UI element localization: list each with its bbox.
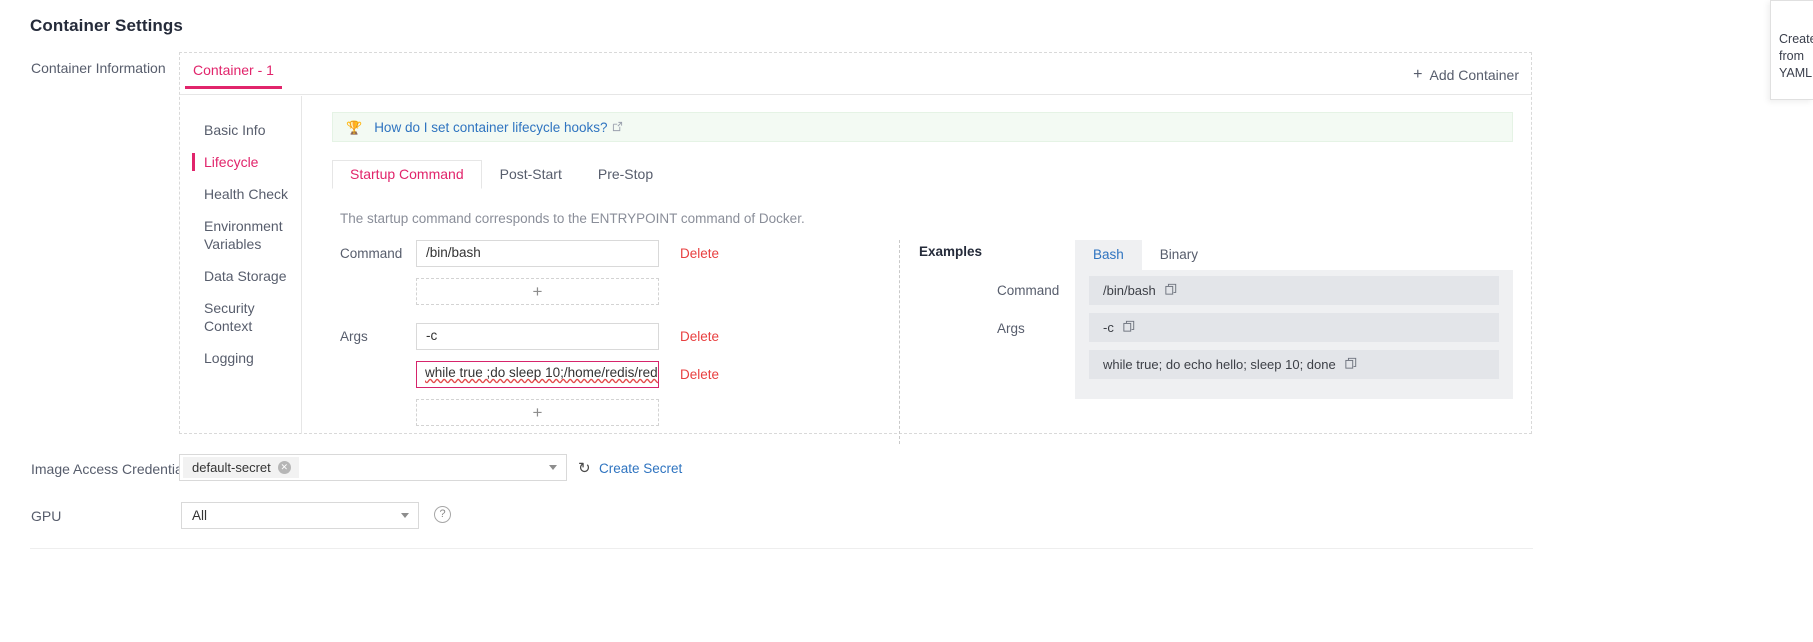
bottom-divider [30, 548, 1533, 549]
command-input[interactable]: /bin/bash [416, 240, 659, 267]
add-container-button[interactable]: + Add Container [1413, 67, 1519, 83]
credential-tag-label: default-secret [192, 460, 271, 475]
sidebar-item-basic-info[interactable]: Basic Info [180, 114, 301, 146]
example-code-command-text: /bin/bash [1103, 283, 1156, 298]
plus-icon: + [533, 283, 543, 300]
chevron-down-icon [401, 513, 409, 518]
close-icon[interactable]: ✕ [278, 461, 291, 474]
args-input-1[interactable]: -c [416, 323, 659, 350]
example-label-args: Args [997, 316, 1075, 354]
lifecycle-content: 🏆 How do I set container lifecycle hooks… [303, 96, 1531, 433]
example-code-loop-text: while true; do echo hello; sleep 10; don… [1103, 357, 1336, 372]
startup-command-body: Command /bin/bash Delete + Args -c Delet… [332, 240, 1513, 444]
command-row: Command /bin/bash Delete [332, 240, 897, 267]
examples-tabs: Bash Binary [1075, 240, 1513, 270]
examples-section: Examples Command Args Bash Binary [899, 240, 1513, 444]
page-title: Container Settings [30, 16, 183, 36]
create-secret-link[interactable]: Create Secret [599, 461, 682, 476]
hint-banner: 🏆 How do I set container lifecycle hooks… [332, 112, 1513, 142]
args-input-2-text: while true ;do sleep 10;/home/redis/redi… [425, 365, 659, 380]
examples-title: Examples [919, 240, 997, 399]
add-arg-button[interactable]: + [416, 399, 659, 426]
label-gpu: GPU [31, 508, 61, 524]
tab-container-1[interactable]: Container - 1 [185, 62, 282, 89]
example-label-command: Command [997, 278, 1075, 316]
sidebar-item-health-check[interactable]: Health Check [180, 178, 301, 210]
container-sidebar: Basic Info Lifecycle Health Check Enviro… [180, 96, 302, 434]
examples-row-labels: Command Args [997, 240, 1075, 399]
trophy-icon: 🏆 [346, 121, 362, 134]
delete-arg-2-button[interactable]: Delete [680, 367, 719, 382]
create-from-yaml-label: Create from YAML [1779, 32, 1813, 80]
example-code-args-text: -c [1103, 320, 1114, 335]
delete-command-button[interactable]: Delete [680, 246, 719, 261]
command-form: Command /bin/bash Delete + Args -c Delet… [332, 240, 897, 444]
question-mark-icon[interactable]: ? [434, 506, 451, 523]
container-tabs-row: Container - 1 + Add Container [180, 53, 1531, 95]
sidebar-item-security-context[interactable]: Security Context [180, 292, 301, 342]
command-label: Command [332, 246, 416, 261]
image-access-credential-select[interactable]: default-secret ✕ [179, 454, 567, 481]
example-code-args: -c [1089, 313, 1499, 342]
sidebar-item-logging[interactable]: Logging [180, 342, 301, 374]
args-row-2: while true ;do sleep 10;/home/redis/redi… [332, 361, 897, 388]
gpu-select[interactable]: All [181, 502, 419, 529]
add-container-label: Add Container [1429, 67, 1519, 83]
args-row-1: Args -c Delete [332, 323, 897, 350]
sidebar-item-data-storage[interactable]: Data Storage [180, 260, 301, 292]
copy-icon[interactable] [1345, 357, 1357, 372]
copy-icon[interactable] [1165, 283, 1177, 298]
container-panel: Container - 1 + Add Container Basic Info… [179, 52, 1532, 434]
sidebar-item-lifecycle[interactable]: Lifecycle [180, 146, 301, 178]
plus-icon: + [533, 404, 543, 421]
tab-binary[interactable]: Binary [1142, 240, 1216, 270]
add-command-button[interactable]: + [416, 278, 659, 305]
credential-tag: default-secret ✕ [183, 457, 299, 478]
startup-command-description: The startup command corresponds to the E… [340, 211, 1513, 226]
args-label: Args [332, 329, 416, 344]
examples-body: /bin/bash -c [1075, 270, 1513, 399]
examples-wrap: Examples Command Args Bash Binary [919, 240, 1513, 399]
example-code-loop: while true; do echo hello; sleep 10; don… [1089, 350, 1499, 379]
create-from-yaml-panel[interactable]: Create from YAML [1770, 0, 1813, 100]
lifecycle-hooks-help-link[interactable]: How do I set container lifecycle hooks? [374, 120, 622, 135]
example-code-command: /bin/bash [1089, 276, 1499, 305]
delete-arg-1-button[interactable]: Delete [680, 329, 719, 344]
chevron-down-icon [549, 465, 557, 470]
copy-icon[interactable] [1123, 320, 1135, 335]
label-container-information: Container Information [31, 60, 166, 76]
gpu-value: All [192, 508, 207, 523]
sidebar-item-environment-variables[interactable]: Environment Variables [180, 210, 301, 260]
lifecycle-subtabs: Startup Command Post-Start Pre-Stop [332, 161, 1513, 189]
plus-icon: + [1413, 67, 1422, 83]
label-image-access-credential: Image Access Credential [31, 461, 186, 477]
container-settings-page: Container Settings Container Information… [0, 0, 1813, 642]
examples-panel: Bash Binary /bin/bash [1075, 240, 1513, 399]
external-link-icon [612, 120, 623, 135]
hint-link-text: How do I set container lifecycle hooks? [374, 120, 607, 135]
tab-bash[interactable]: Bash [1075, 240, 1142, 270]
tab-post-start[interactable]: Post-Start [482, 160, 580, 189]
args-input-2[interactable]: while true ;do sleep 10;/home/redis/redi… [416, 361, 659, 388]
refresh-icon[interactable]: ↻ [578, 459, 591, 477]
tab-startup-command[interactable]: Startup Command [332, 160, 482, 189]
tab-pre-stop[interactable]: Pre-Stop [580, 160, 671, 189]
